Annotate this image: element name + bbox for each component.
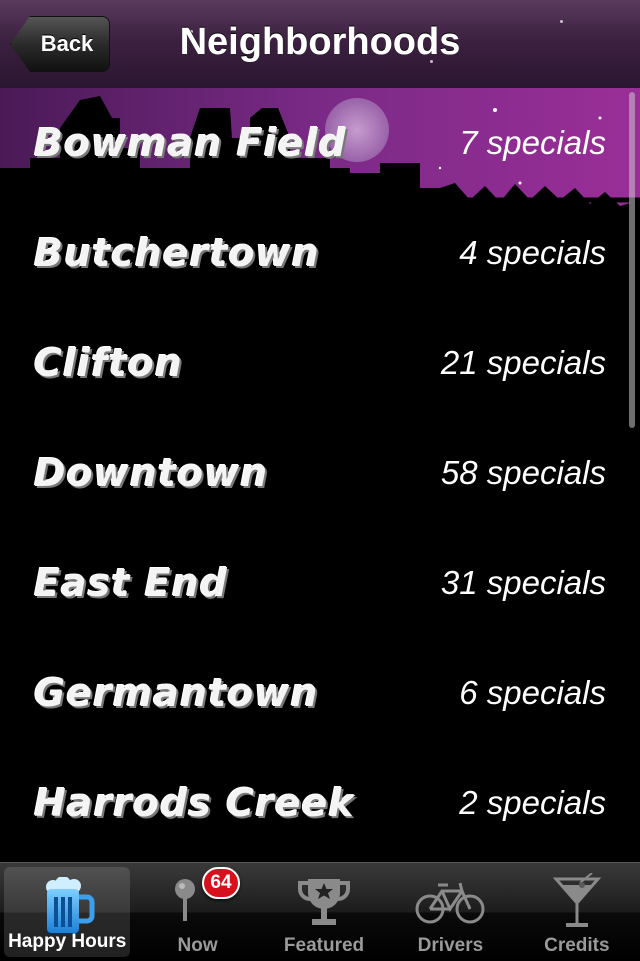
specials-count: 31 specials xyxy=(440,564,606,601)
tab-label: Now xyxy=(177,935,218,956)
neighborhood-name: Butchertown xyxy=(34,231,320,275)
list-item[interactable]: Germantown 6 specials xyxy=(0,638,640,748)
neighborhood-name: Harrods Creek xyxy=(34,781,355,825)
scrollbar[interactable] xyxy=(629,92,635,428)
list-item[interactable]: Butchertown 4 specials xyxy=(0,198,640,308)
neighborhood-name: Downtown xyxy=(34,451,269,495)
neighborhood-name: Germantown xyxy=(34,671,319,715)
martini-glass-icon xyxy=(552,873,602,927)
neighborhood-list: Bowman Field 7 specials Butchertown 4 sp… xyxy=(0,88,640,862)
specials-count: 4 specials xyxy=(459,234,606,271)
specials-count: 58 specials xyxy=(440,454,606,491)
tab-label: Drivers xyxy=(417,935,484,956)
star-decoration xyxy=(560,20,563,23)
tab-drivers[interactable]: Drivers xyxy=(387,863,513,961)
page-title: Neighborhoods xyxy=(179,20,461,63)
neighborhood-name: East End xyxy=(34,561,228,605)
specials-count: 7 specials xyxy=(459,124,606,161)
tab-now[interactable]: 64 Now xyxy=(134,863,260,961)
tab-label: Credits xyxy=(544,935,610,956)
bicycle-icon xyxy=(415,882,485,924)
specials-count: 2 specials xyxy=(459,784,606,821)
notification-badge: 64 xyxy=(202,867,240,899)
tab-happy-hours[interactable]: Happy Hours xyxy=(4,867,131,957)
list-item[interactable]: East End 31 specials xyxy=(0,528,640,638)
tab-featured[interactable]: Featured xyxy=(261,863,387,961)
back-button[interactable]: Back xyxy=(10,16,110,72)
list-item[interactable]: Clifton 21 specials xyxy=(0,308,640,418)
list-item[interactable]: Harrods Creek 2 specials xyxy=(0,748,640,858)
tab-credits[interactable]: Credits xyxy=(514,863,640,961)
list-item[interactable]: Bowman Field 7 specials xyxy=(0,88,640,198)
map-pin-icon xyxy=(174,879,195,921)
tab-label: Featured xyxy=(283,935,365,956)
beer-mug-icon xyxy=(46,877,95,933)
trophy-icon xyxy=(298,879,351,925)
specials-count: 21 specials xyxy=(440,344,606,381)
specials-count: 6 specials xyxy=(459,674,606,711)
tab-bar: Happy Hours 64 Now Featured Drivers Cred… xyxy=(0,862,640,961)
neighborhood-name: Bowman Field xyxy=(34,121,347,165)
navigation-bar: Back Neighborhoods xyxy=(0,0,640,89)
list-item[interactable]: Downtown 58 specials xyxy=(0,418,640,528)
neighborhood-name: Clifton xyxy=(34,341,183,385)
